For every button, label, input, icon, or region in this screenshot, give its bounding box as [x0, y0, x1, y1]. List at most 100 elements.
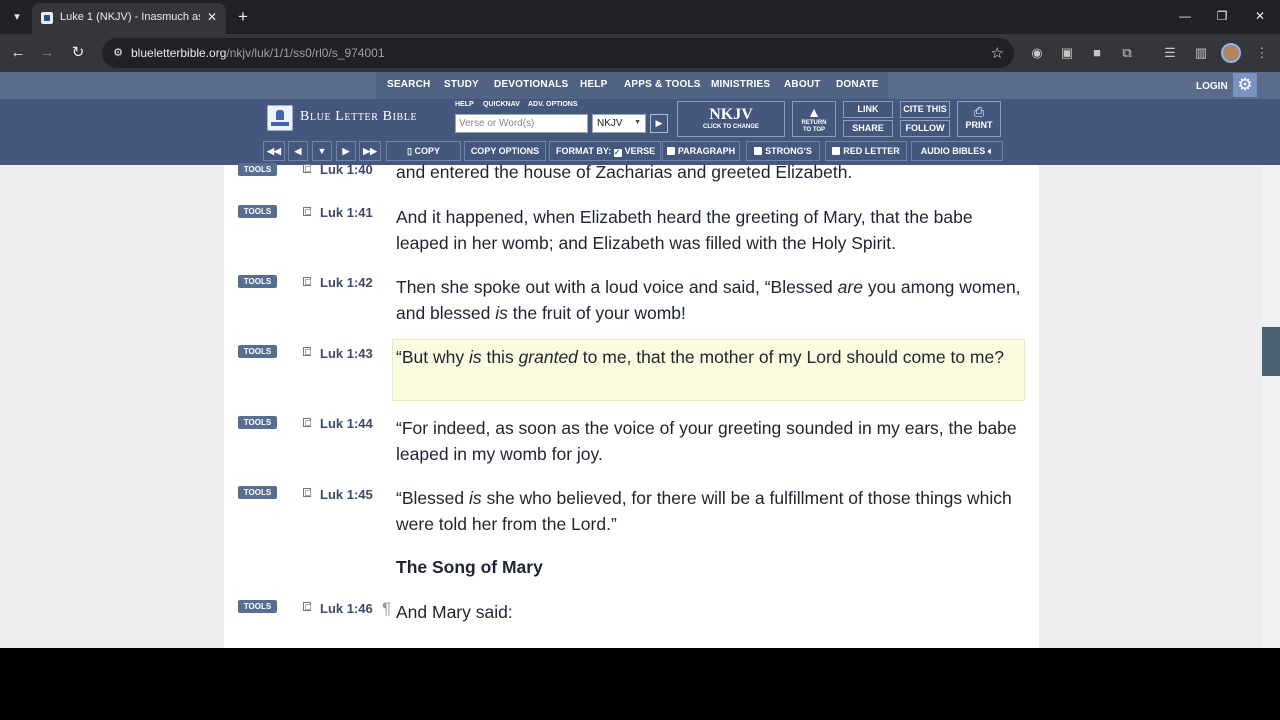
nav-help[interactable]: HELP — [580, 79, 607, 90]
extension-image-icon[interactable]: ▣ — [1057, 43, 1077, 63]
version-change-button[interactable]: NKJV CLICK TO CHANGE — [677, 101, 785, 137]
audio-bibles-button[interactable]: AUDIO BIBLES 🔈︎ — [911, 141, 1003, 161]
side-panel-icon[interactable]: ▥ — [1191, 43, 1211, 63]
nav-about[interactable]: ABOUT — [784, 79, 821, 90]
copy-options-button[interactable]: COPY OPTIONS — [464, 141, 546, 161]
nav-donate[interactable]: DONATE — [836, 79, 879, 90]
checkbox-icon — [666, 147, 675, 155]
nav-study[interactable]: STUDY — [444, 79, 479, 90]
chapter-list-button[interactable]: ▼ — [312, 141, 332, 161]
paragraph-option[interactable]: PARAGRAPH — [662, 141, 740, 161]
nav-search[interactable]: SEARCH — [387, 79, 430, 90]
verse-ref-1-44[interactable]: Luk 1:44 — [320, 416, 373, 431]
return-to-top-button[interactable]: ▲ RETURN TO TOP — [792, 101, 836, 137]
verse-ref-1-45[interactable]: Luk 1:45 — [320, 487, 373, 502]
next-chapter-button[interactable]: ▶ — [336, 141, 356, 161]
verse-ref-1-42[interactable]: Luk 1:42 — [320, 275, 373, 290]
chevron-down-icon: ▼ — [634, 119, 641, 126]
forward-button[interactable]: → — [35, 41, 59, 65]
login-link[interactable]: LOGIN — [1196, 81, 1228, 92]
verse-ref-1-43[interactable]: Luk 1:43 — [320, 346, 373, 361]
verse-ref-1-46[interactable]: Luk 1:46 — [320, 601, 373, 616]
browser-tabbar: ▾ Luke 1 (NKJV) - Inasmuch as ma ✕ + — ❐… — [0, 0, 1280, 34]
version-select[interactable]: NKJV ▼ — [592, 114, 646, 133]
verse-ref-1-40[interactable]: Luk 1:40 — [320, 162, 373, 177]
printer-icon: ⎙ — [973, 104, 985, 119]
nav-apps-tools[interactable]: APPS & TOOLS — [624, 79, 701, 90]
verse-text-1-42: Then she spoke out with a loud voice and… — [396, 277, 1021, 323]
back-button[interactable]: ← — [6, 41, 30, 65]
copy-verse-icon[interactable] — [303, 347, 311, 356]
strongs-toggle[interactable]: STRONG'S — [746, 141, 820, 161]
format-by-label: FORMAT BY: — [556, 146, 612, 156]
browser-tab[interactable]: Luke 1 (NKJV) - Inasmuch as ma ✕ — [32, 3, 226, 34]
tools-button[interactable]: TOOLS — [238, 275, 277, 288]
extension-circle-icon[interactable]: ◉ — [1027, 43, 1047, 63]
bookmark-star-icon[interactable]: ☆ — [991, 44, 1004, 62]
tools-button[interactable]: TOOLS — [238, 600, 277, 613]
settings-gear-icon[interactable]: ⚙ — [1233, 73, 1257, 97]
return-label: RETURN — [801, 120, 827, 126]
copy-verse-icon[interactable] — [303, 207, 311, 216]
tools-button[interactable]: TOOLS — [238, 163, 277, 176]
copy-verse-icon[interactable] — [303, 488, 311, 497]
reading-list-icon[interactable]: ☰ — [1160, 43, 1180, 63]
copy-label: COPY — [414, 146, 440, 156]
tools-button[interactable]: TOOLS — [238, 345, 277, 358]
format-by-verse[interactable]: FORMAT BY: ✓ VERSE — [549, 141, 661, 161]
verse-text-1-44: “For indeed, as soon as the voice of you… — [396, 418, 1017, 464]
follow-button[interactable]: FOLLOW — [900, 120, 950, 137]
blb-logo-icon[interactable] — [267, 105, 293, 131]
nav-devotionals[interactable]: DEVOTIONALS — [494, 79, 568, 90]
first-chapter-button[interactable]: ◀◀ — [263, 141, 285, 161]
scrollbar-thumb[interactable] — [1262, 327, 1280, 376]
scrollbar-track[interactable] — [1262, 165, 1280, 648]
copy-button[interactable]: ▯ COPY — [386, 141, 461, 161]
extensions-puzzle-icon[interactable]: ⧉ — [1117, 43, 1137, 63]
tools-button[interactable]: TOOLS — [238, 486, 277, 499]
extension-dark-icon[interactable]: ■ — [1087, 43, 1107, 63]
checkbox-icon — [832, 147, 841, 155]
share-button[interactable]: SHARE — [843, 120, 893, 137]
last-chapter-button[interactable]: ▶▶ — [359, 141, 381, 161]
verse-search-input[interactable] — [455, 114, 588, 133]
verse-ref-1-41[interactable]: Luk 1:41 — [320, 205, 373, 220]
search-go-button[interactable]: ▶ — [650, 114, 668, 133]
copy-verse-icon[interactable] — [303, 164, 311, 173]
cite-this-button[interactable]: CITE THIS — [900, 101, 950, 118]
link-button[interactable]: LINK — [843, 101, 893, 118]
copy-verse-icon[interactable] — [303, 602, 311, 611]
verse-option-label: VERSE — [624, 146, 656, 156]
tools-button[interactable]: TOOLS — [238, 205, 277, 218]
restore-button[interactable]: ❐ — [1207, 4, 1237, 28]
copy-verse-icon[interactable] — [303, 277, 311, 286]
chrome-menu-icon[interactable]: ⋮ — [1252, 43, 1272, 63]
reload-button[interactable]: ↻ — [66, 41, 90, 65]
site-header: Blue Letter Bible HELP QUICKNAV ADV. OPT… — [0, 99, 1280, 165]
close-window-button[interactable]: ✕ — [1245, 4, 1275, 28]
red-letter-toggle[interactable]: RED LETTER — [825, 141, 907, 161]
quicknav-link[interactable]: QUICKNAV — [483, 101, 520, 108]
checked-icon: ✓ — [613, 148, 622, 157]
prev-chapter-button[interactable]: ◀ — [288, 141, 308, 161]
adv-options-link[interactable]: ADV. OPTIONS — [528, 101, 578, 108]
verse-text-1-40: and entered the house of Zacharias and g… — [396, 162, 853, 182]
tab-search-dropdown-icon[interactable]: ▾ — [6, 6, 28, 28]
site-logo-text[interactable]: Blue Letter Bible — [300, 109, 417, 125]
profile-avatar[interactable] — [1221, 43, 1241, 63]
help-link[interactable]: HELP — [455, 101, 474, 108]
pilcrow-icon: ¶ — [382, 599, 392, 618]
verse-text-1-43: “But why is this granted to me, that the… — [396, 347, 1004, 367]
close-tab-icon[interactable]: ✕ — [204, 9, 220, 25]
new-tab-button[interactable]: + — [232, 6, 254, 28]
tools-button[interactable]: TOOLS — [238, 416, 277, 429]
copy-verse-icon[interactable] — [303, 418, 311, 427]
address-bar[interactable]: ⚙ blueletterbible.org/nkjv/luk/1/1/ss0/r… — [102, 38, 1014, 68]
minimize-button[interactable]: — — [1170, 4, 1200, 28]
no-icon — [754, 147, 763, 155]
nav-ministries[interactable]: MINISTRIES — [711, 79, 770, 90]
site-top-nav: SEARCH STUDY DEVOTIONALS HELP APPS & TOO… — [0, 72, 1280, 99]
site-info-icon[interactable]: ⚙ — [110, 45, 126, 61]
print-button[interactable]: ⎙ PRINT — [957, 101, 1001, 137]
page-viewport: SEARCH STUDY DEVOTIONALS HELP APPS & TOO… — [0, 72, 1280, 648]
